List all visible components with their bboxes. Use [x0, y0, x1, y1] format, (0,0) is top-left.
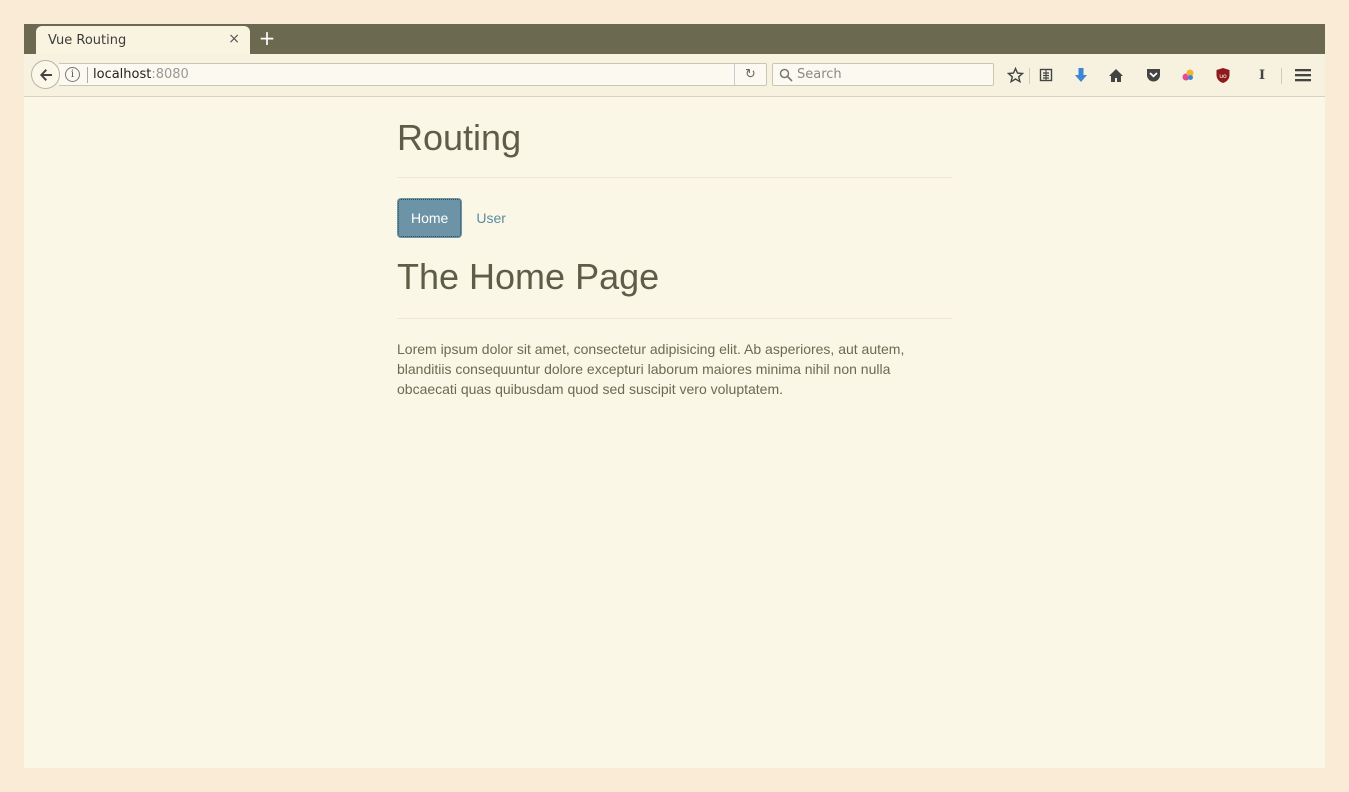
url-port: :8080	[151, 67, 189, 82]
nav-user-link[interactable]: User	[462, 198, 520, 238]
url-bar[interactable]: i localhost:8080 ↻	[59, 63, 767, 86]
page-heading: The Home Page	[397, 256, 952, 319]
info-icon[interactable]: i	[65, 67, 80, 82]
reload-icon[interactable]: ↻	[734, 64, 766, 85]
body-paragraph: Lorem ipsum dolor sit amet, consectetur …	[397, 341, 905, 397]
browser-window: Vue Routing × + i localhost:8080 ↻ Searc…	[24, 24, 1325, 768]
url-host: localhost	[93, 67, 152, 82]
new-tab-button[interactable]: +	[256, 26, 278, 50]
search-placeholder: Search	[797, 67, 842, 82]
page-content: Routing Home User The Home Page Lorem ip…	[397, 97, 952, 399]
svg-text:uo: uo	[1219, 73, 1227, 80]
menu-icon[interactable]	[1292, 64, 1314, 86]
home-icon[interactable]	[1105, 64, 1127, 86]
tab-strip: Vue Routing × +	[24, 24, 1325, 54]
page-title: Routing	[397, 117, 952, 178]
url-text[interactable]: localhost:8080	[93, 67, 189, 82]
toolbar-separator	[1029, 68, 1030, 84]
tab-vue-routing[interactable]: Vue Routing ×	[36, 26, 250, 54]
close-tab-icon[interactable]: ×	[228, 31, 240, 47]
pocket-icon[interactable]	[1142, 64, 1164, 86]
ublock-icon[interactable]: uo	[1212, 64, 1234, 86]
search-bar[interactable]: Search	[772, 63, 994, 86]
reading-list-icon[interactable]	[1035, 64, 1057, 86]
toolbar-separator	[1281, 68, 1282, 84]
url-separator	[87, 67, 88, 83]
i-icon[interactable]: I	[1251, 64, 1273, 86]
star-icon[interactable]	[1004, 64, 1026, 86]
tab-title: Vue Routing	[48, 33, 127, 48]
back-button[interactable]	[31, 60, 60, 89]
color-picker-icon[interactable]	[1177, 64, 1199, 86]
navigation-toolbar: i localhost:8080 ↻ Search uo I	[24, 54, 1325, 97]
route-nav: Home User	[397, 198, 952, 238]
nav-home-link[interactable]: Home	[397, 198, 463, 238]
back-arrow-icon	[39, 68, 52, 81]
download-icon[interactable]	[1070, 64, 1092, 86]
search-icon	[779, 68, 793, 82]
